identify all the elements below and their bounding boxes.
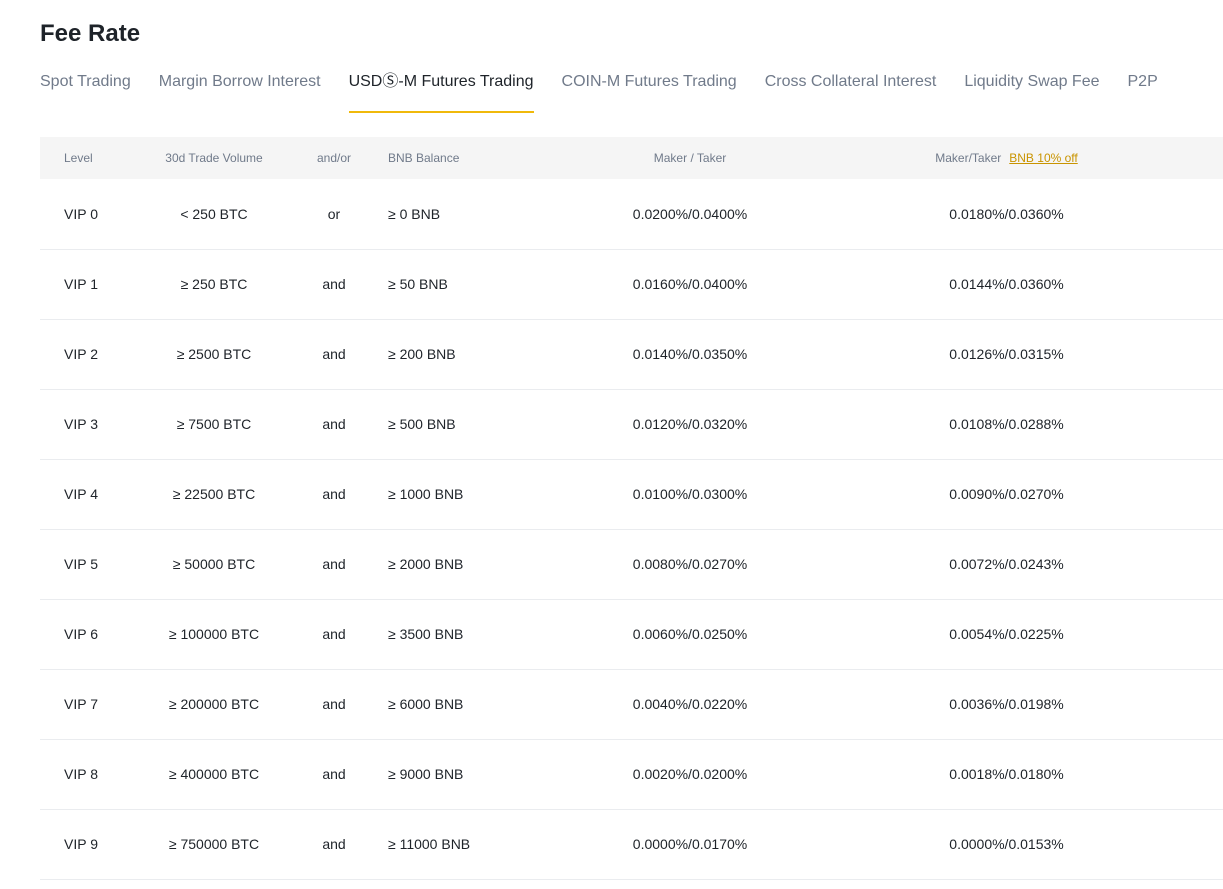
cell-maker-taker: 0.0040%/0.0220% xyxy=(632,696,748,712)
table-header-row: Level 30d Trade Volume and/or BNB Balanc… xyxy=(40,137,1223,179)
page-title: Fee Rate xyxy=(40,20,141,47)
cell-level: VIP 0 xyxy=(64,205,98,222)
cell-bnb-balance: ≥ 0 BNB xyxy=(388,205,441,222)
header-maker-taker-discount-label: Maker/Taker xyxy=(935,151,1002,165)
cell-maker-taker-discount: 0.0108%/0.0288% xyxy=(949,416,1064,432)
cell-maker-taker: 0.0080%/0.0270% xyxy=(632,556,748,572)
header-bnb-balance: BNB Balance xyxy=(388,151,460,165)
cell-level: VIP 3 xyxy=(64,416,98,432)
cell-and-or: or xyxy=(327,205,341,222)
cell-level: VIP 2 xyxy=(64,346,98,362)
cell-maker-taker: 0.0020%/0.0200% xyxy=(632,766,748,782)
bnb-discount-link[interactable]: BNB 10% off xyxy=(1009,151,1077,165)
table-row: VIP 6 ≥ 100000 BTC and ≥ 3500 BNB 0.0060%/0.… xyxy=(40,599,1223,669)
table-row: VIP 7 ≥ 200000 BTC and ≥ 6000 BNB 0.0040%/0.… xyxy=(40,669,1223,739)
cell-30d-trade-volume: ≥ 50000 BTC xyxy=(172,556,256,572)
header-level: Level xyxy=(64,151,93,165)
cell-level: VIP 6 xyxy=(64,626,98,642)
cell-maker-taker-discount: 0.0126%/0.0315% xyxy=(949,346,1064,362)
cell-30d-trade-volume: ≥ 22500 BTC xyxy=(172,486,256,502)
cell-maker-taker-discount: 0.0036%/0.0198% xyxy=(949,696,1064,712)
tab-liquidity-swap-fee[interactable]: Liquidity Swap Fee xyxy=(964,62,1099,102)
cell-maker-taker: 0.0160%/0.0400% xyxy=(632,276,748,292)
table-row: VIP 5 ≥ 50000 BTC and ≥ 2000 BNB 0.0080%/0.0… xyxy=(40,529,1223,599)
cell-maker-taker-discount: 0.0072%/0.0243% xyxy=(949,556,1064,572)
cell-level: VIP 9 xyxy=(64,836,98,852)
cell-30d-trade-volume: ≥ 400000 BTC xyxy=(168,766,260,782)
cell-maker-taker-discount: 0.0144%/0.0360% xyxy=(949,276,1064,292)
tab-p2p[interactable]: P2P xyxy=(1128,62,1158,102)
cell-30d-trade-volume: ≥ 2500 BTC xyxy=(176,346,252,362)
cell-and-or: and xyxy=(322,416,346,432)
header-maker-taker-discount: Maker/Taker BNB 10% off xyxy=(790,137,1223,179)
table-row: VIP 2 ≥ 2500 BTC and ≥ 200 BNB 0.0140%/0.035… xyxy=(40,319,1223,389)
tab-usds-m-futures-trading[interactable]: USDⓈ-M Futures Trading xyxy=(348,62,534,113)
cell-and-or: and xyxy=(322,696,346,712)
cell-bnb-balance: ≥ 6000 BNB xyxy=(388,696,464,712)
cell-maker-taker-discount: 0.0018%/0.0180% xyxy=(949,766,1064,782)
tab-spot-trading[interactable]: Spot Trading xyxy=(40,62,131,102)
cell-and-or: and xyxy=(322,766,346,782)
cell-maker-taker: 0.0100%/0.0300% xyxy=(632,486,748,502)
cell-maker-taker-discount: 0.0000%/0.0153% xyxy=(949,836,1064,852)
cell-bnb-balance: ≥ 2000 BNB xyxy=(388,556,464,572)
table-row: VIP 1 ≥ 250 BTC and ≥ 50 BNB 0.0160%/0.0400%… xyxy=(40,249,1223,319)
header-maker-taker: Maker / Taker xyxy=(653,151,727,165)
cell-and-or: and xyxy=(322,486,346,502)
cell-and-or: and xyxy=(322,276,346,292)
cell-maker-taker: 0.0140%/0.0350% xyxy=(632,346,748,362)
table-row: VIP 3 ≥ 7500 BTC and ≥ 500 BNB 0.0120%/0.032… xyxy=(40,389,1223,459)
cell-bnb-balance: ≥ 500 BNB xyxy=(388,416,456,432)
cell-maker-taker-discount: 0.0090%/0.0270% xyxy=(949,486,1064,502)
cell-30d-trade-volume: ≥ 200000 BTC xyxy=(168,696,260,712)
cell-and-or: and xyxy=(322,556,346,572)
cell-bnb-balance: ≥ 11000 BNB xyxy=(388,836,471,852)
cell-maker-taker-discount: 0.0054%/0.0225% xyxy=(949,626,1064,642)
table-row: VIP 9 ≥ 750000 BTC and ≥ 11000 BNB 0.0000%/0… xyxy=(40,809,1223,879)
cell-30d-trade-volume: ≥ 100000 BTC xyxy=(168,626,260,642)
cell-level: VIP 4 xyxy=(64,486,98,502)
cell-bnb-balance: ≥ 9000 BNB xyxy=(388,766,464,782)
cell-30d-trade-volume: ≥ 7500 BTC xyxy=(176,416,252,432)
cell-bnb-balance: ≥ 1000 BNB xyxy=(388,486,464,502)
cell-and-or: and xyxy=(322,626,346,642)
cell-bnb-balance: ≥ 50 BNB xyxy=(388,276,448,292)
fee-category-tabs: Spot Trading Margin Borrow Interest USDⓈ… xyxy=(40,62,1186,114)
cell-maker-taker: 0.0060%/0.0250% xyxy=(632,626,748,642)
fee-rate-table: Level 30d Trade Volume and/or BNB Balanc… xyxy=(40,137,1223,880)
cell-30d-trade-volume: < 250 BTC xyxy=(180,205,248,222)
header-30d-trade-volume: 30d Trade Volume xyxy=(165,151,263,165)
cell-level: VIP 7 xyxy=(64,696,98,712)
tab-coin-m-futures-trading[interactable]: COIN-M Futures Trading xyxy=(562,62,737,102)
cell-maker-taker-discount: 0.0180%/0.0360% xyxy=(949,205,1064,222)
header-and-or: and/or xyxy=(316,151,352,165)
tab-margin-borrow-interest[interactable]: Margin Borrow Interest xyxy=(159,62,321,102)
cell-maker-taker: 0.0000%/0.0170% xyxy=(632,836,748,852)
table-row: VIP 0 < 250 BTC or ≥ 0 BNB 0.0200%/0.0400% 0.… xyxy=(40,179,1223,249)
cell-bnb-balance: ≥ 3500 BNB xyxy=(388,626,464,642)
cell-level: VIP 5 xyxy=(64,556,98,572)
table-body: VIP 0 < 250 BTC or ≥ 0 BNB 0.0200%/0.0400% 0.… xyxy=(40,179,1223,879)
cell-level: VIP 1 xyxy=(64,276,98,292)
table-row: VIP 4 ≥ 22500 BTC and ≥ 1000 BNB 0.0100%/0.0… xyxy=(40,459,1223,529)
cell-30d-trade-volume: ≥ 250 BTC xyxy=(180,276,248,292)
cell-bnb-balance: ≥ 200 BNB xyxy=(388,346,456,362)
tab-cross-collateral-interest[interactable]: Cross Collateral Interest xyxy=(765,62,937,102)
cell-and-or: and xyxy=(322,836,346,852)
cell-level: VIP 8 xyxy=(64,766,98,782)
cell-maker-taker: 0.0120%/0.0320% xyxy=(632,416,748,432)
cell-maker-taker: 0.0200%/0.0400% xyxy=(632,205,748,222)
cell-and-or: and xyxy=(322,346,346,362)
cell-30d-trade-volume: ≥ 750000 BTC xyxy=(168,836,260,852)
table-row: VIP 8 ≥ 400000 BTC and ≥ 9000 BNB 0.0020%/0.… xyxy=(40,739,1223,809)
